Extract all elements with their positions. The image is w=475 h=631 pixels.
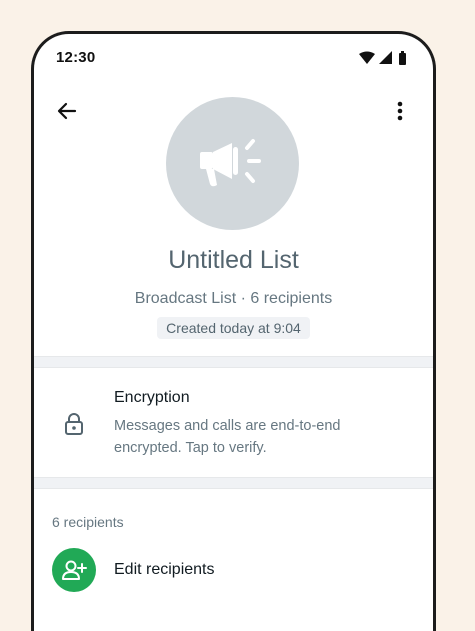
battery-icon bbox=[399, 51, 406, 65]
created-container: Created today at 9:04 bbox=[34, 317, 433, 339]
list-subtitle: Broadcast List · 6 recipients bbox=[134, 290, 333, 307]
created-badge: Created today at 9:04 bbox=[157, 317, 310, 339]
section-divider bbox=[34, 477, 433, 489]
recipients-count-header: 6 recipients bbox=[52, 514, 124, 530]
back-button[interactable] bbox=[52, 96, 82, 126]
arrow-left-icon bbox=[57, 102, 77, 120]
encryption-title: Encryption bbox=[114, 389, 190, 406]
edit-recipients-label: Edit recipients bbox=[114, 561, 215, 578]
status-bar: 12:30 bbox=[34, 34, 433, 82]
status-icons bbox=[359, 51, 409, 65]
more-options-button[interactable] bbox=[385, 96, 415, 126]
add-person-icon bbox=[62, 560, 87, 580]
more-vertical-icon bbox=[397, 101, 403, 121]
status-time: 12:30 bbox=[56, 49, 96, 66]
broadcast-avatar[interactable] bbox=[166, 97, 299, 230]
lock-icon bbox=[65, 413, 83, 435]
section-divider bbox=[34, 356, 433, 368]
edit-recipients-icon-circle bbox=[52, 548, 96, 592]
megaphone-icon bbox=[199, 138, 261, 186]
encryption-row[interactable]: Encryption Messages and calls are end-to… bbox=[34, 368, 433, 477]
edit-recipients-row[interactable]: Edit recipients bbox=[34, 546, 433, 598]
phone-frame: 12:30 Untitled List Broadcast List · 6 r… bbox=[31, 31, 436, 631]
list-title: Untitled List bbox=[168, 246, 299, 274]
wifi-icon bbox=[359, 51, 375, 64]
cell-signal-icon bbox=[379, 51, 392, 64]
encryption-description: Messages and calls are end-to-end encryp… bbox=[114, 418, 341, 456]
